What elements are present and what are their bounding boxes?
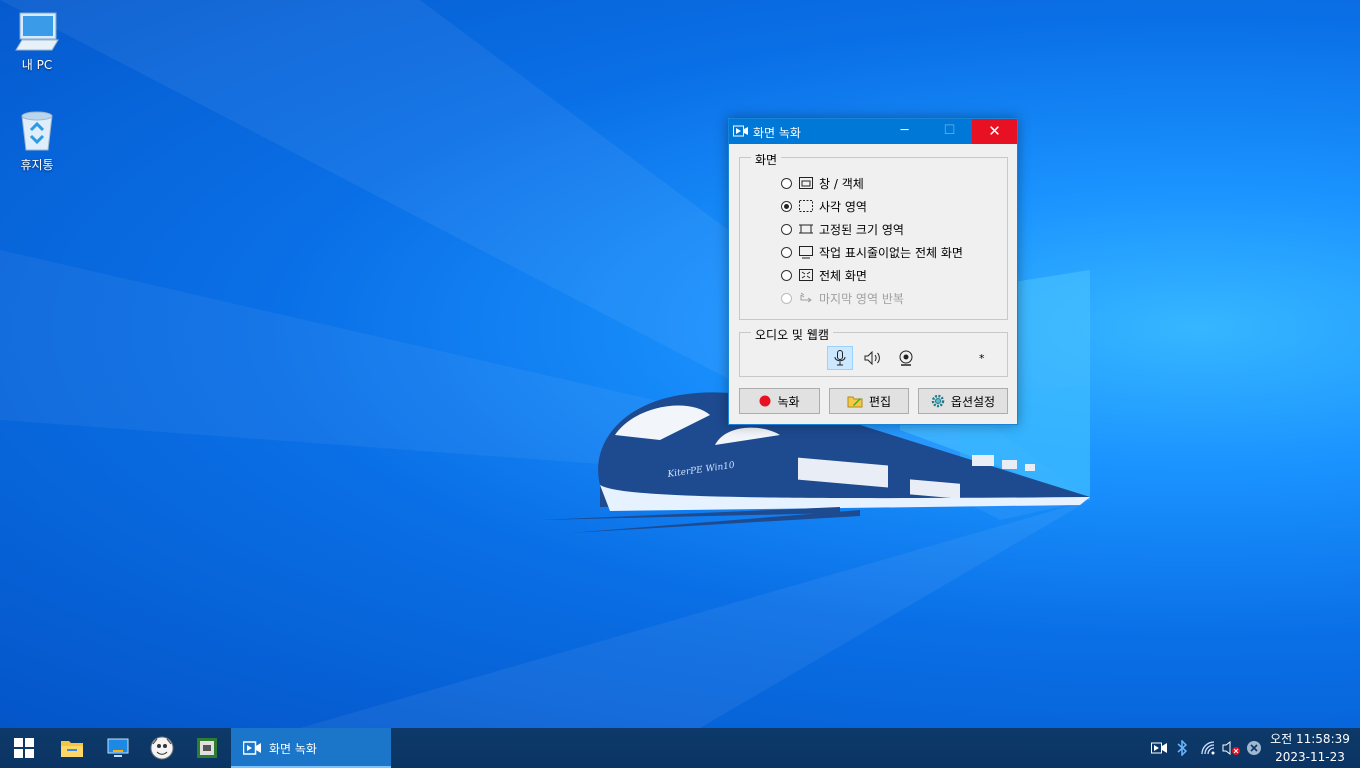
webcam-toggle[interactable] [893,346,919,370]
options-button[interactable]: 옵션설정 [918,388,1008,414]
desktop-icon-this-pc[interactable]: 내 PC [2,10,72,73]
option-label: 전체 화면 [819,268,867,283]
option-label: 창 / 객체 [819,176,864,191]
option-label: 고정된 크기 영역 [819,222,904,237]
desktop: KiterPE Win10 내 PC 휴지통 [0,0,1360,728]
windows-logo-icon [14,738,34,758]
taskbar-active-task[interactable]: 화면 녹화 [231,728,391,768]
computer-icon [15,12,59,51]
maximize-button[interactable]: ☐ [927,119,972,144]
screen-recorder-window: 화면 녹화 ─ ☐ ✕ 화면 창 / 객체 사각 영역 고정된 크기 영역 작업… [728,118,1018,425]
desktop-icon-recycle-bin[interactable]: 휴지통 [2,108,72,173]
speaker-toggle[interactable] [860,346,886,370]
wallpaper-text: KiterPE Win10 [666,461,736,480]
option-window-object[interactable]: 창 / 객체 [781,175,864,191]
microphone-toggle[interactable] [827,346,853,370]
taskbar-task-label: 화면 녹화 [269,741,317,756]
radio-button[interactable] [781,269,792,281]
bluetooth-icon [1177,740,1188,756]
title-bar[interactable]: 화면 녹화 ─ ☐ ✕ [729,119,1017,144]
radio-button[interactable] [781,223,792,235]
audio-webcam-group-title: 오디오 및 웹캠 [751,326,833,343]
option-label: 마지막 영역 반복 [819,291,904,306]
edit-button[interactable]: 편집 [829,388,909,414]
tray-bluetooth[interactable] [1172,728,1192,768]
edit-button-label: 편집 [868,394,892,409]
gear-icon [931,394,945,408]
option-label: 작업 표시줄이없는 전체 화면 [819,245,963,260]
window-title: 화면 녹화 [753,126,801,140]
pinned-app-monitor-button[interactable] [98,728,138,768]
fullscreen-icon [799,268,813,281]
clock-time: 오전 11:58:39 [1270,732,1350,746]
desktop-icon-label: 내 PC [21,58,53,72]
folder-icon [61,741,83,757]
pinned-app-chip-button[interactable] [187,728,227,768]
tray-recorder[interactable] [1148,728,1170,768]
radio-button[interactable] [781,246,792,258]
record-button-label: 녹화 [777,394,800,409]
video-camera-icon [1151,742,1167,754]
option-rectangle-area[interactable]: 사각 영역 [781,198,867,214]
tray-network[interactable] [1198,728,1220,768]
desktop-icon-label: 휴지통 [20,158,54,172]
clock[interactable]: 오전 11:58:39 2023-11-23 [1264,728,1356,768]
radio-button-checked[interactable] [781,200,792,212]
start-button[interactable] [0,728,48,768]
speaker-muted-icon [1222,741,1240,755]
option-fullscreen-no-taskbar[interactable]: 작업 표시줄이없는 전체 화면 [781,244,963,260]
options-button-label: 옵션설정 [950,394,996,409]
monitor-icon [799,245,813,258]
video-camera-icon [733,125,748,137]
record-dot-icon [759,395,771,407]
screen-group-title: 화면 [751,151,782,168]
monitor-app-icon [107,738,129,757]
edit-folder-icon [847,396,863,408]
tray-volume-muted[interactable] [1220,728,1242,768]
window-icon [799,176,813,189]
avatar-app-icon [150,736,174,760]
recycle-bin-icon [21,111,53,151]
minimize-button[interactable]: ─ [882,119,927,144]
radio-button-disabled [781,292,792,304]
wifi-icon [1201,741,1215,755]
pinned-app-avatar-button[interactable] [142,728,182,768]
option-full-screen[interactable]: 전체 화면 [781,267,867,283]
close-circle-icon [1247,741,1261,755]
file-explorer-button[interactable] [52,728,92,768]
option-fixed-size-area[interactable]: 고정된 크기 영역 [781,221,904,237]
option-repeat-last-area: 마지막 영역 반복 [781,290,904,306]
microphone-icon [834,350,846,366]
repeat-icon [800,292,812,302]
option-label: 사각 영역 [819,199,867,214]
clock-date: 2023-11-23 [1275,750,1345,764]
video-camera-icon [243,741,261,755]
fixed-rect-icon [799,224,813,233]
record-button[interactable]: 녹화 [739,388,820,414]
taskbar: 화면 녹화 오전 11:58:39 2023-11-23 [0,728,1360,768]
wallpaper-beams [0,0,1090,728]
tray-notifications[interactable] [1243,728,1265,768]
speaker-icon [864,351,880,365]
dashed-rect-icon [799,199,813,212]
webcam-icon [899,350,913,366]
chip-app-icon [197,738,217,758]
close-button[interactable]: ✕ [972,119,1017,144]
asterisk-indicator: * [979,352,985,365]
radio-button[interactable] [781,177,792,189]
